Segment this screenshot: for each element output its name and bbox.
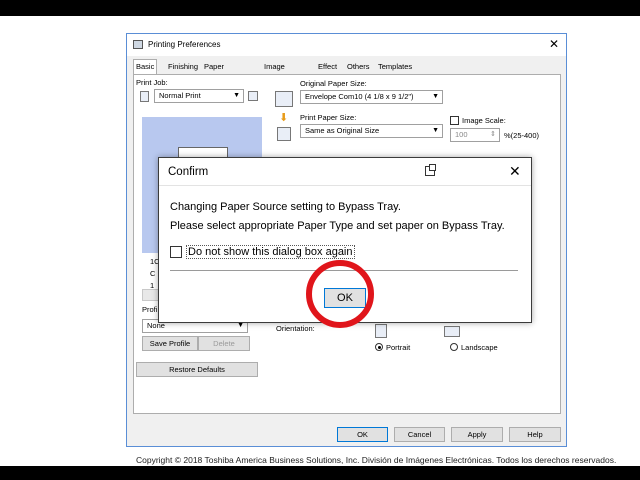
print-paper-size-value: Same as Original Size [305, 126, 380, 135]
original-paper-size-value: Envelope Com10 (4 1/8 x 9 1/2") [305, 92, 414, 101]
restore-icon[interactable] [425, 164, 436, 176]
window-apply-button[interactable]: Apply [451, 427, 503, 442]
image-scale-value: 100 [455, 130, 468, 139]
landscape-label: Landscape [461, 343, 498, 352]
preview-partial-text-2: C [150, 269, 156, 278]
dialog-message-line-2: Please select appropriate Paper Type and… [170, 220, 505, 232]
landscape-radio[interactable] [450, 343, 458, 351]
chevron-down-icon: ▼ [432, 93, 439, 100]
print-job-select[interactable]: Normal Print ▼ [154, 89, 244, 103]
dialog-close-icon[interactable]: ✕ [509, 163, 521, 180]
printer-icon [133, 40, 143, 49]
image-scale-label: Image Scale: [462, 116, 506, 125]
chevron-down-icon: ▼ [432, 127, 439, 134]
tab-paper-handling[interactable]: Paper Handling [202, 60, 236, 85]
window-title: Printing Preferences [148, 40, 221, 49]
dialog-message-line-1: Changing Paper Source setting to Bypass … [170, 201, 401, 213]
restore-defaults-button[interactable]: Restore Defaults [136, 362, 258, 377]
tab-templates[interactable]: Templates [376, 60, 414, 74]
delete-profile-button[interactable]: Delete [198, 336, 250, 351]
window-ok-button[interactable]: OK [337, 427, 388, 442]
paper-size-icon [275, 91, 293, 107]
tab-image-quality[interactable]: Image Quality [262, 60, 289, 85]
landscape-icon [444, 326, 460, 337]
do-not-show-label[interactable]: Do not show this dialog box again [186, 245, 355, 259]
highlight-circle [306, 260, 374, 328]
tab-basic[interactable]: Basic [133, 59, 158, 75]
original-paper-size-label: Original Paper Size: [300, 79, 367, 88]
window-close-icon[interactable]: ✕ [549, 37, 559, 51]
image-scale-input[interactable]: 100 ⇕ [450, 128, 500, 142]
portrait-icon [375, 324, 387, 338]
profile-label: Profi [142, 305, 158, 314]
portrait-label: Portrait [386, 343, 411, 352]
tab-effect[interactable]: Effect [316, 60, 339, 74]
portrait-radio[interactable] [375, 343, 383, 351]
print-paper-size-select[interactable]: Same as Original Size ▼ [300, 124, 443, 138]
image-scale-checkbox[interactable] [450, 116, 459, 125]
chevron-down-icon: ▼ [233, 92, 240, 99]
original-paper-size-select[interactable]: Envelope Com10 (4 1/8 x 9 1/2") ▼ [300, 90, 443, 104]
dialog-title: Confirm [168, 166, 209, 178]
save-profile-button[interactable]: Save Profile [142, 336, 198, 351]
tab-finishing[interactable]: Finishing [166, 60, 200, 74]
image-scale-range: %(25-400) [504, 131, 540, 140]
down-arrow-icon: ⬇ [279, 112, 289, 124]
do-not-show-checkbox[interactable] [170, 246, 182, 258]
window-help-button[interactable]: Help [509, 427, 561, 442]
print-job-value: Normal Print [159, 91, 201, 100]
window-cancel-button[interactable]: Cancel [394, 427, 445, 442]
tab-others[interactable]: Others [345, 60, 372, 74]
orientation-label: Orientation: [276, 324, 315, 333]
copyright-text: Copyright © 2018 Toshiba America Busines… [136, 455, 617, 465]
bottom-black-bar [0, 466, 640, 480]
print-job-label: Print Job: [136, 78, 168, 87]
dialog-title-divider [159, 185, 531, 186]
document-icon [140, 91, 149, 102]
printer-paper-icon [277, 127, 291, 141]
window-titlebar: Printing Preferences ✕ [127, 34, 566, 56]
print-paper-size-label: Print Paper Size: [300, 113, 357, 122]
print-job-details-icon[interactable] [248, 91, 258, 101]
spinner-icon: ⇕ [490, 131, 496, 138]
top-black-bar [0, 0, 640, 16]
